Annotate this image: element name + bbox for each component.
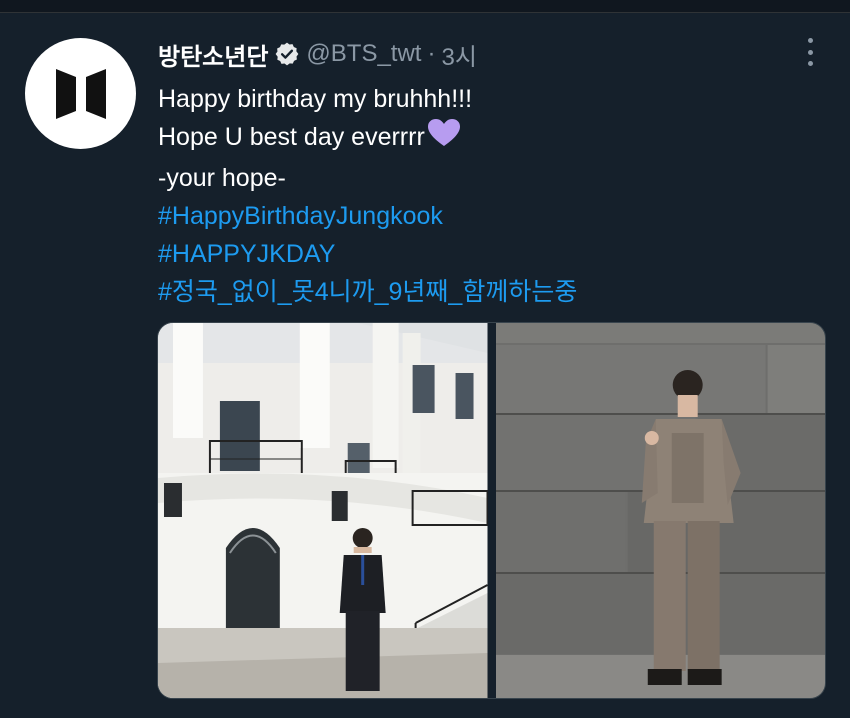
purple-heart-icon — [427, 118, 461, 159]
tweet-line-with-emoji: Hope U best day everrrr — [158, 118, 577, 159]
hashtag-link[interactable]: #HAPPYJKDAY — [158, 235, 577, 273]
grey-wall-photo[interactable] — [495, 323, 825, 698]
tweet-header: 방탄소년단 @BTS_twt · 3시 — [158, 37, 477, 72]
header-separator: · — [427, 40, 436, 67]
hashtag-link[interactable]: #HappyBirthdayJungkook — [158, 197, 577, 235]
avatar[interactable] — [25, 38, 136, 149]
media-grid — [157, 322, 826, 699]
white-house-image — [158, 323, 488, 698]
author-name[interactable]: 방탄소년단 — [158, 37, 268, 72]
tweet-text: Happy birthday my bruhhh!!! Hope U best … — [158, 80, 577, 311]
white-house-photo[interactable] — [158, 323, 488, 698]
tweet-timestamp[interactable]: 3시 — [441, 37, 476, 72]
top-divider — [0, 0, 850, 13]
hashtag-link[interactable]: #정국_없이_못4니까_9년째_함께하는중 — [158, 273, 577, 311]
tweet-line: -your hope- — [158, 164, 286, 192]
author-handle[interactable]: @BTS_twt — [306, 40, 421, 68]
more-options-icon[interactable] — [800, 38, 820, 66]
verified-badge-icon — [274, 41, 300, 67]
bts-logo-icon — [55, 68, 106, 119]
grey-wall-portrait-image — [495, 323, 825, 698]
tweet-line: Happy birthday my bruhhh!!! — [158, 85, 473, 113]
tweet-line: Hope U best day everrrr — [158, 123, 425, 152]
